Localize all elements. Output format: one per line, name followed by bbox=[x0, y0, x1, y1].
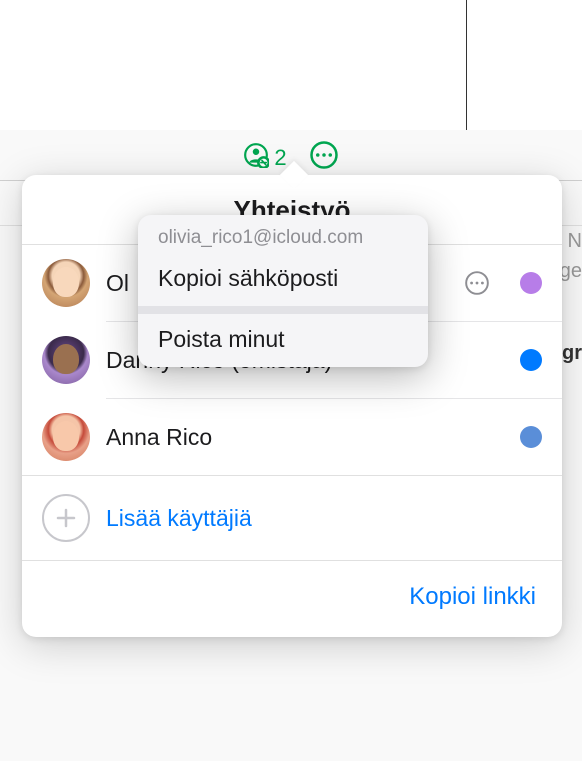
user-color-dot bbox=[520, 426, 542, 448]
user-name: Anna Rico bbox=[106, 424, 492, 451]
bg-text: ge bbox=[560, 260, 582, 283]
collaboration-button[interactable]: 2 bbox=[243, 142, 286, 174]
copy-link-row: Kopioi linkki bbox=[22, 561, 562, 637]
user-more-button[interactable] bbox=[462, 268, 492, 298]
plus-icon bbox=[42, 494, 90, 542]
user-row[interactable]: Anna Rico bbox=[22, 399, 562, 475]
add-people-button[interactable]: Lisää käyttäjiä bbox=[22, 476, 562, 560]
avatar bbox=[42, 413, 90, 461]
remove-me-item[interactable]: Poista minut bbox=[138, 314, 428, 367]
person-icon bbox=[243, 142, 269, 174]
copy-email-item[interactable]: Kopioi sähköposti bbox=[138, 253, 428, 306]
avatar bbox=[42, 259, 90, 307]
user-color-dot bbox=[520, 349, 542, 371]
context-menu: olivia_rico1@icloud.com Kopioi sähköpost… bbox=[138, 215, 428, 367]
avatar bbox=[42, 336, 90, 384]
divider bbox=[138, 306, 428, 314]
bg-text: gr bbox=[562, 342, 582, 365]
collab-count: 2 bbox=[274, 145, 286, 171]
add-people-label: Lisää käyttäjiä bbox=[106, 505, 252, 532]
user-color-dot bbox=[520, 272, 542, 294]
more-button[interactable] bbox=[309, 140, 339, 175]
copy-link-button[interactable]: Kopioi linkki bbox=[409, 583, 536, 611]
context-email: olivia_rico1@icloud.com bbox=[138, 215, 428, 253]
